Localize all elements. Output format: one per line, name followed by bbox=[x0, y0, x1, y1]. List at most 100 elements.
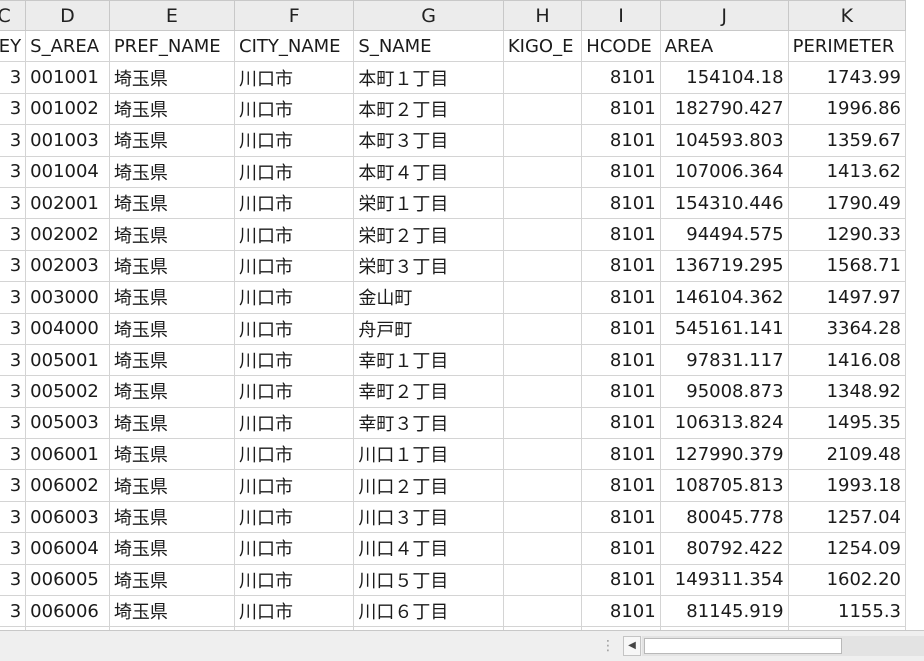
table-cell[interactable]: 埼玉県 bbox=[108, 249, 236, 283]
table-cell[interactable]: 3 bbox=[0, 249, 27, 283]
table-cell[interactable]: 3 bbox=[0, 155, 27, 188]
table-cell[interactable]: 3 bbox=[0, 92, 27, 126]
table-cell[interactable]: 1790.49 bbox=[787, 186, 907, 220]
table-cell[interactable]: 川口市 bbox=[233, 92, 355, 126]
table-cell[interactable] bbox=[502, 124, 583, 157]
table-cell[interactable]: 川口６丁目 bbox=[353, 595, 504, 628]
field-name-cell[interactable]: CITY_NAME bbox=[233, 29, 355, 63]
table-cell[interactable]: 003000 bbox=[25, 281, 110, 314]
column-header-h[interactable]: H bbox=[502, 0, 583, 31]
field-name-cell[interactable]: PERIMETER bbox=[787, 29, 907, 63]
table-cell[interactable] bbox=[502, 281, 583, 314]
table-cell[interactable]: 川口市 bbox=[233, 186, 355, 220]
column-header-g[interactable]: G bbox=[353, 0, 504, 31]
table-cell[interactable] bbox=[502, 469, 583, 502]
table-cell[interactable]: 金山町 bbox=[353, 281, 504, 314]
table-cell[interactable]: 3 bbox=[0, 312, 27, 345]
table-cell[interactable] bbox=[502, 375, 583, 408]
table-cell[interactable]: 1416.08 bbox=[787, 343, 907, 377]
table-cell[interactable]: 本町２丁目 bbox=[353, 92, 504, 126]
table-cell[interactable]: 埼玉県 bbox=[108, 312, 236, 345]
table-cell[interactable]: 108705.813 bbox=[659, 469, 789, 502]
table-cell[interactable]: 001001 bbox=[25, 61, 110, 94]
table-cell[interactable]: 埼玉県 bbox=[108, 406, 236, 440]
field-name-cell[interactable]: S_AREA bbox=[25, 29, 110, 63]
table-cell[interactable] bbox=[502, 500, 583, 534]
table-cell[interactable]: 川口市 bbox=[233, 406, 355, 440]
column-header-i[interactable]: I bbox=[581, 0, 661, 31]
table-cell[interactable]: 8101 bbox=[581, 124, 661, 157]
column-header-k[interactable]: K bbox=[787, 0, 907, 31]
table-cell[interactable]: 1359.67 bbox=[787, 124, 907, 157]
table-cell[interactable]: 149311.354 bbox=[659, 563, 789, 597]
table-cell[interactable] bbox=[502, 563, 583, 597]
table-cell[interactable]: 001004 bbox=[25, 155, 110, 188]
table-cell[interactable]: 栄町２丁目 bbox=[353, 218, 504, 251]
table-cell[interactable]: 136719.295 bbox=[659, 249, 789, 283]
table-cell[interactable]: 002002 bbox=[25, 218, 110, 251]
table-cell[interactable]: 川口市 bbox=[233, 438, 355, 471]
table-cell[interactable]: 川口市 bbox=[233, 469, 355, 502]
scroll-left-button[interactable]: ◀ bbox=[623, 636, 641, 656]
table-cell[interactable]: 005002 bbox=[25, 375, 110, 408]
table-cell[interactable]: 埼玉県 bbox=[108, 92, 236, 126]
table-cell[interactable]: 1257.04 bbox=[787, 500, 907, 534]
horizontal-scrollbar-thumb[interactable] bbox=[644, 638, 842, 654]
table-cell[interactable]: 埼玉県 bbox=[108, 281, 236, 314]
table-cell[interactable]: 005001 bbox=[25, 343, 110, 377]
field-name-cell[interactable]: S_NAME bbox=[353, 29, 504, 63]
spreadsheet-grid[interactable]: CDEFGHIJK KEYS_AREAPREF_NAMECITY_NAMES_N… bbox=[0, 0, 924, 630]
table-cell[interactable]: 006004 bbox=[25, 532, 110, 565]
table-cell[interactable]: 川口市 bbox=[233, 375, 355, 408]
table-cell[interactable]: 8101 bbox=[581, 343, 661, 377]
table-cell[interactable]: 3 bbox=[0, 563, 27, 597]
table-cell[interactable]: 川口市 bbox=[233, 281, 355, 314]
field-name-cell[interactable]: AREA bbox=[659, 29, 789, 63]
table-cell[interactable]: 8101 bbox=[581, 186, 661, 220]
table-cell[interactable]: 埼玉県 bbox=[108, 218, 236, 251]
table-cell[interactable]: 001002 bbox=[25, 92, 110, 126]
table-cell[interactable]: 006006 bbox=[25, 595, 110, 628]
table-cell[interactable]: 本町１丁目 bbox=[353, 61, 504, 94]
table-cell[interactable]: 3 bbox=[0, 532, 27, 565]
table-cell[interactable]: 埼玉県 bbox=[108, 532, 236, 565]
table-cell[interactable]: 95008.873 bbox=[659, 375, 789, 408]
table-cell[interactable]: 幸町３丁目 bbox=[353, 406, 504, 440]
table-cell[interactable] bbox=[502, 343, 583, 377]
table-cell[interactable]: 3 bbox=[0, 500, 27, 534]
table-cell[interactable]: 3 bbox=[0, 438, 27, 471]
table-cell[interactable]: 本町４丁目 bbox=[353, 155, 504, 188]
table-cell[interactable] bbox=[502, 92, 583, 126]
table-cell[interactable]: 1497.97 bbox=[787, 281, 907, 314]
table-cell[interactable]: 栄町３丁目 bbox=[353, 249, 504, 283]
table-cell[interactable]: 3 bbox=[0, 469, 27, 502]
table-cell[interactable]: 1290.33 bbox=[787, 218, 907, 251]
table-cell[interactable]: 8101 bbox=[581, 312, 661, 345]
table-cell[interactable] bbox=[502, 186, 583, 220]
table-cell[interactable]: 81145.919 bbox=[659, 595, 789, 628]
table-cell[interactable]: 3 bbox=[0, 186, 27, 220]
table-cell[interactable]: 川口市 bbox=[233, 563, 355, 597]
table-cell[interactable]: 3 bbox=[0, 61, 27, 94]
table-cell[interactable]: 1996.86 bbox=[787, 92, 907, 126]
table-cell[interactable]: 川口市 bbox=[233, 343, 355, 377]
table-cell[interactable]: 005003 bbox=[25, 406, 110, 440]
table-cell[interactable] bbox=[502, 61, 583, 94]
table-cell[interactable]: 川口市 bbox=[233, 500, 355, 534]
table-cell[interactable]: 002001 bbox=[25, 186, 110, 220]
table-cell[interactable]: 川口市 bbox=[233, 595, 355, 628]
table-cell[interactable] bbox=[502, 595, 583, 628]
table-cell[interactable]: 006002 bbox=[25, 469, 110, 502]
table-cell[interactable]: 川口３丁目 bbox=[353, 500, 504, 534]
table-cell[interactable]: 幸町２丁目 bbox=[353, 375, 504, 408]
table-cell[interactable]: 1254.09 bbox=[787, 532, 907, 565]
table-cell[interactable]: 埼玉県 bbox=[108, 438, 236, 471]
table-cell[interactable]: 1602.20 bbox=[787, 563, 907, 597]
table-cell[interactable]: 80792.422 bbox=[659, 532, 789, 565]
table-cell[interactable] bbox=[502, 249, 583, 283]
table-cell[interactable]: 川口１丁目 bbox=[353, 438, 504, 471]
table-cell[interactable]: 3364.28 bbox=[787, 312, 907, 345]
column-header-d[interactable]: D bbox=[25, 0, 110, 31]
table-cell[interactable]: 3 bbox=[0, 375, 27, 408]
table-cell[interactable]: 川口市 bbox=[233, 218, 355, 251]
